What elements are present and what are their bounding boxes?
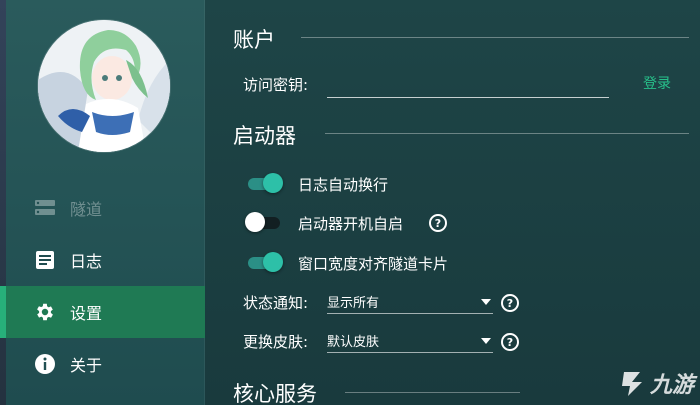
- toggle-thumb: [263, 173, 283, 193]
- section-title-account: 账户: [233, 24, 275, 54]
- toggle-thumb: [263, 252, 283, 272]
- jiuyou-logo-icon: [621, 372, 642, 396]
- server-icon: [32, 197, 58, 219]
- info-icon: [32, 353, 58, 375]
- sidebar-item-label: 日志: [70, 252, 103, 271]
- select-value: 默认皮肤: [327, 335, 380, 350]
- log-icon: [32, 249, 58, 271]
- sidebar-item-tunnels[interactable]: 隧道: [0, 182, 205, 234]
- sidebar-item-settings[interactable]: 设置: [0, 286, 205, 338]
- option-label-log-wrap: 日志自动换行: [298, 176, 389, 194]
- help-icon[interactable]: ?: [501, 294, 519, 312]
- avatar[interactable]: [38, 20, 170, 152]
- toggle-thumb: [245, 212, 265, 232]
- settings-panel: 账户 访问密钥: 登录 启动器 日志自动换行 启动器开机自启 ? 窗口宽度对齐隧…: [205, 0, 700, 405]
- section-divider: [325, 133, 689, 134]
- sidebar-item-about[interactable]: 关于: [0, 338, 205, 390]
- toggle-autostart[interactable]: [245, 212, 283, 232]
- sidebar-item-label: 设置: [70, 304, 103, 323]
- sidebar-item-label: 关于: [70, 356, 103, 375]
- sidebar: 隧道 日志 设置 关于: [0, 0, 205, 405]
- section-title-text: 账户: [233, 28, 275, 52]
- status-notify-select[interactable]: 显示所有: [327, 290, 493, 314]
- section-title-text: 启动器: [233, 124, 296, 148]
- watermark-text: 九游: [649, 373, 694, 398]
- help-icon[interactable]: ?: [501, 333, 519, 351]
- sidebar-item-logs[interactable]: 日志: [0, 234, 205, 286]
- avatar-illustration: [38, 20, 170, 152]
- gear-icon: [32, 301, 58, 323]
- sidebar-item-label: 隧道: [70, 200, 103, 219]
- section-title-text: 核心服务: [233, 382, 317, 405]
- skin-label: 更换皮肤:: [243, 333, 309, 351]
- access-key-label: 访问密钥:: [243, 76, 309, 94]
- option-label-autostart: 启动器开机自启: [298, 215, 404, 233]
- chevron-down-icon: [481, 299, 491, 305]
- option-label-window-width: 窗口宽度对齐隧道卡片: [298, 255, 449, 273]
- section-title-launcher: 启动器: [233, 120, 296, 150]
- login-link[interactable]: 登录: [643, 73, 671, 93]
- skin-select[interactable]: 默认皮肤: [327, 329, 493, 353]
- launcher-window: 隧道 日志 设置 关于 账户 访问密钥: 登录 启动器 日志自动换行 启动器开机…: [0, 0, 700, 405]
- section-title-core: 核心服务: [233, 378, 317, 405]
- toggle-log-wrap[interactable]: [245, 173, 283, 193]
- sidebar-nav: 隧道 日志 设置 关于: [0, 182, 205, 390]
- status-notify-label: 状态通知:: [243, 294, 309, 312]
- section-divider: [301, 37, 689, 38]
- select-value: 显示所有: [327, 296, 380, 311]
- watermark-logo: 九游: [618, 367, 694, 399]
- access-key-input[interactable]: [327, 72, 609, 98]
- chevron-down-icon: [481, 338, 491, 344]
- help-icon[interactable]: ?: [429, 214, 447, 232]
- toggle-window-width[interactable]: [245, 252, 283, 272]
- section-divider: [345, 392, 520, 393]
